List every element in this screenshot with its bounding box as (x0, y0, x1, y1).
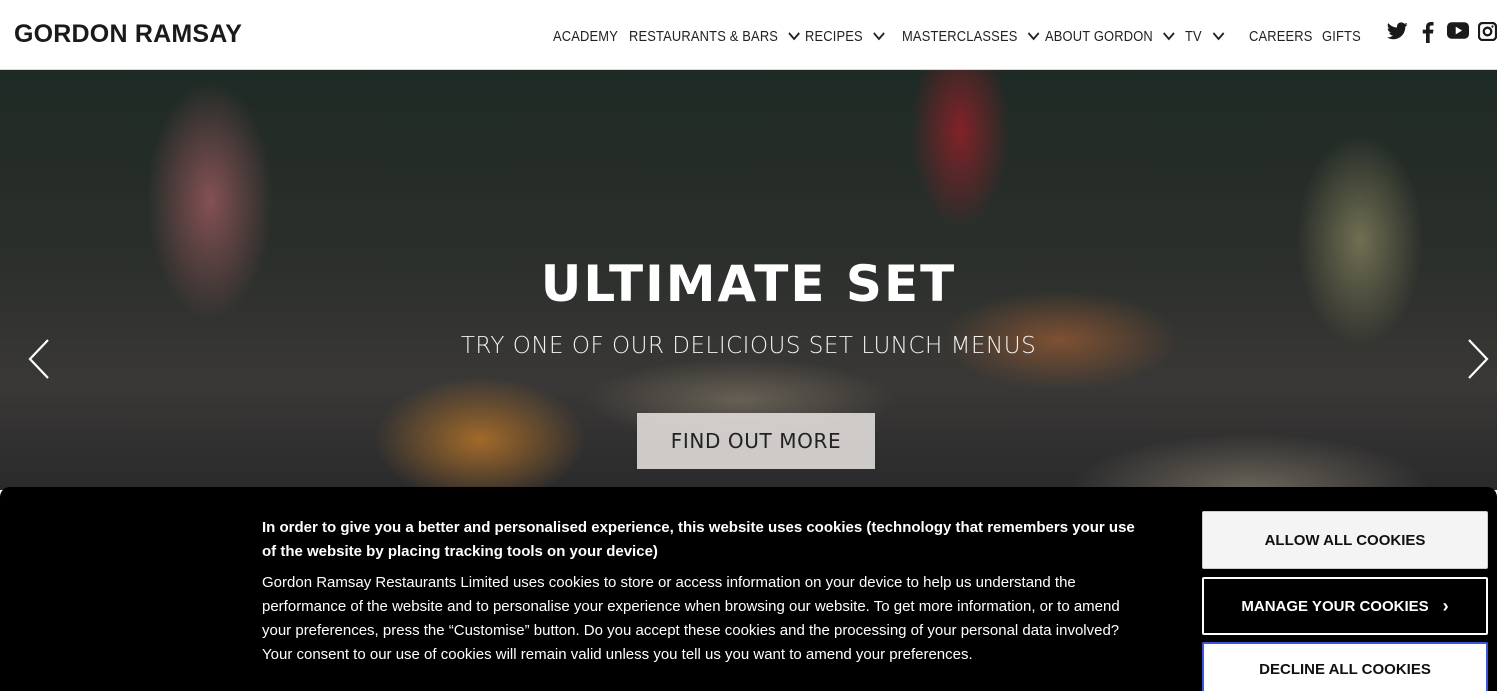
site-header: GORDON RAMSAY ACADEMY RESTAURANTS & BARS… (0, 0, 1497, 70)
nav-item-masterclasses[interactable]: MASTERCLASSES (902, 25, 1040, 47)
chevron-down-icon (1028, 32, 1040, 41)
nav-item-label: MASTERCLASSES (902, 27, 1018, 45)
facebook-link[interactable] (1422, 22, 1434, 43)
twitter-icon (1387, 22, 1408, 40)
hero-title: ULTIMATE SET (540, 255, 957, 313)
nav-item-careers[interactable]: CAREERS (1249, 25, 1313, 47)
manage-cookies-label: MANAGE YOUR COOKIES (1241, 597, 1429, 615)
allow-all-cookies-label: ALLOW ALL COOKIES (1264, 531, 1426, 549)
nav-item-label: ABOUT GORDON (1045, 27, 1153, 45)
decline-all-cookies-label: DECLINE ALL COOKIES (1259, 660, 1431, 678)
allow-all-cookies-button[interactable]: ALLOW ALL COOKIES (1202, 511, 1488, 569)
decline-all-cookies-button[interactable]: DECLINE ALL COOKIES (1202, 642, 1488, 691)
nav-item-restaurants-bars[interactable]: RESTAURANTS & BARS (629, 25, 801, 47)
chevron-down-icon (1212, 32, 1224, 41)
instagram-icon (1478, 22, 1497, 41)
nav-item-academy[interactable]: ACADEMY (553, 25, 618, 47)
nav-item-about-gordon[interactable]: ABOUT GORDON (1045, 25, 1176, 47)
chevron-down-icon (1163, 32, 1176, 41)
facebook-icon (1422, 22, 1434, 43)
youtube-link[interactable] (1447, 22, 1469, 39)
instagram-link[interactable] (1478, 22, 1497, 41)
nav-item-gifts[interactable]: GIFTS (1322, 25, 1361, 47)
nav-item-tv[interactable]: TV (1185, 25, 1224, 47)
nav-item-label: ACADEMY (553, 27, 619, 45)
nav-item-recipes[interactable]: RECIPES (805, 25, 885, 47)
cookie-banner: In order to give you a better and person… (0, 487, 1497, 691)
nav-item-label: RESTAURANTS & BARS (629, 27, 779, 45)
chevron-down-icon (873, 32, 885, 41)
nav-item-label: CAREERS (1249, 27, 1313, 45)
cookie-heading: In order to give you a better and person… (262, 519, 1135, 560)
youtube-icon (1447, 22, 1469, 39)
find-out-more-button[interactable]: FIND OUT MORE (637, 413, 875, 469)
hero-subtitle: TRY ONE OF OUR DELICIOUS SET LUNCH MENUS (460, 333, 1037, 359)
hero-carousel: ULTIMATE SET TRY ONE OF OUR DELICIOUS SE… (0, 70, 1497, 490)
nav-item-label: GIFTS (1322, 27, 1361, 45)
manage-cookies-button[interactable]: MANAGE YOUR COOKIES › (1202, 577, 1488, 635)
twitter-link[interactable] (1387, 22, 1408, 40)
nav-item-label: TV (1185, 27, 1202, 45)
nav-item-label: RECIPES (805, 27, 863, 45)
site-logo[interactable]: GORDON RAMSAY (14, 20, 242, 49)
cookie-body-text: Gordon Ramsay Restaurants Limited uses c… (262, 574, 1120, 663)
chevron-right-icon: › (1442, 596, 1449, 616)
chevron-down-icon (788, 32, 801, 41)
